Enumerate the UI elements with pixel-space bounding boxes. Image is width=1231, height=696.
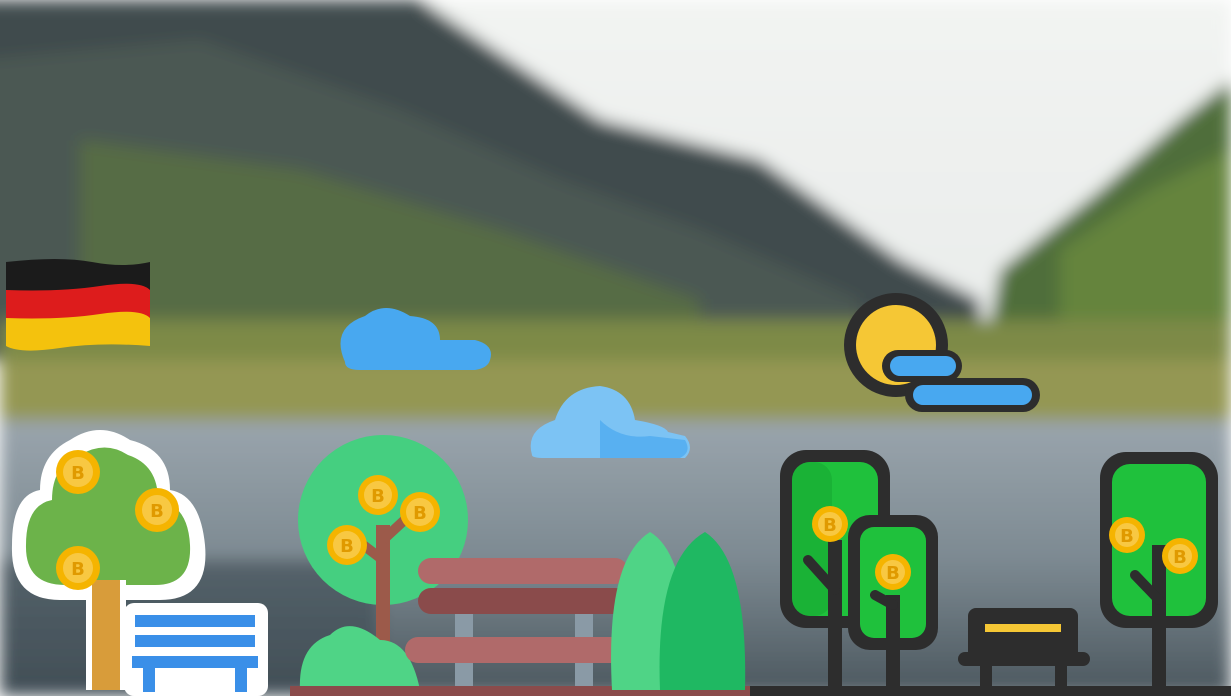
- bitcoin-coin-icon: B: [875, 554, 911, 590]
- scene: B B B B B B B B B B: [0, 0, 1231, 696]
- bitcoin-coin-icon: B: [812, 506, 848, 542]
- bitcoin-coin-icon: B: [135, 488, 179, 532]
- bitcoin-coin-icon: B: [358, 475, 398, 515]
- bitcoin-coin-icon: B: [400, 492, 440, 532]
- bitcoin-symbol: B: [1173, 547, 1187, 568]
- bitcoin-coin-icon: B: [327, 525, 367, 565]
- bitcoin-symbol: B: [71, 463, 85, 484]
- bitcoin-symbol: B: [371, 486, 385, 507]
- bitcoin-symbol: B: [413, 503, 427, 524]
- bitcoin-coin-icon: B: [56, 546, 100, 590]
- bitcoin-symbol: B: [1120, 526, 1134, 547]
- bitcoin-coin-icon: B: [1162, 538, 1198, 574]
- bitcoin-symbol: B: [340, 536, 354, 557]
- bitcoin-symbol: B: [71, 559, 85, 580]
- bitcoin-coin-icon: B: [56, 450, 100, 494]
- bitcoin-symbol: B: [150, 501, 164, 522]
- illustration: B B B B B B B B B B: [0, 0, 1231, 696]
- bitcoin-symbol: B: [823, 515, 837, 536]
- german-flag-icon: [6, 259, 150, 351]
- bitcoin-symbol: B: [886, 563, 900, 584]
- bench-icon-blue: [124, 603, 268, 696]
- bitcoin-coin-icon: B: [1109, 517, 1145, 553]
